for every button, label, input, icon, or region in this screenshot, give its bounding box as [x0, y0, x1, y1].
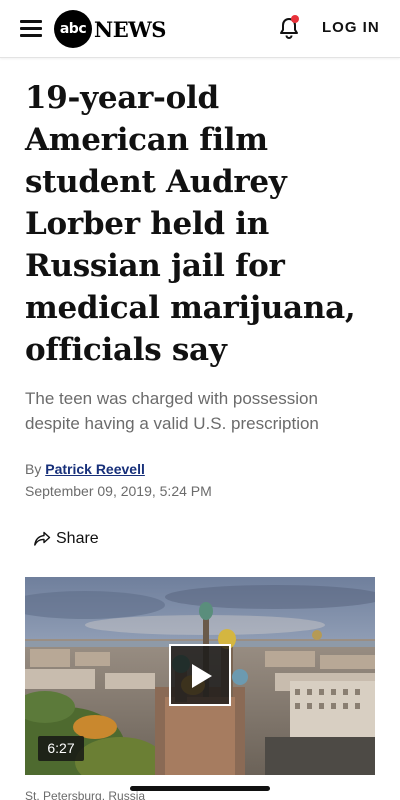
login-button[interactable]: LOG IN	[322, 19, 380, 36]
video-duration-badge: 6:27	[38, 736, 84, 761]
video-caption: St. Petersburg, Russia	[25, 789, 146, 800]
video-player[interactable]: 6:27	[25, 577, 375, 775]
share-button[interactable]: Share	[33, 528, 99, 550]
share-arrow-icon	[34, 531, 51, 546]
notification-dot	[291, 15, 299, 23]
byline-prefix: By	[25, 461, 42, 477]
news-logo-word: NEWS	[94, 16, 166, 42]
share-label: Share	[56, 530, 99, 547]
publish-date: September 09, 2019, 5:24 PM	[25, 483, 212, 499]
abc-news-logo[interactable]: abc NEWS	[54, 10, 166, 48]
play-button[interactable]	[169, 644, 231, 706]
menu-icon[interactable]	[20, 18, 44, 40]
abc-logo-mark: abc	[54, 10, 92, 48]
play-icon	[192, 664, 212, 688]
author-link[interactable]: Patrick Reevell	[45, 461, 145, 477]
home-indicator[interactable]	[130, 786, 270, 791]
article-headline: 19-year-old American film student Audrey…	[25, 80, 356, 368]
byline: By Patrick Reevell	[25, 461, 145, 477]
top-nav-bar: abc NEWS LOG IN	[0, 0, 400, 58]
article-subheadline: The teen was charged with possession des…	[25, 389, 319, 433]
